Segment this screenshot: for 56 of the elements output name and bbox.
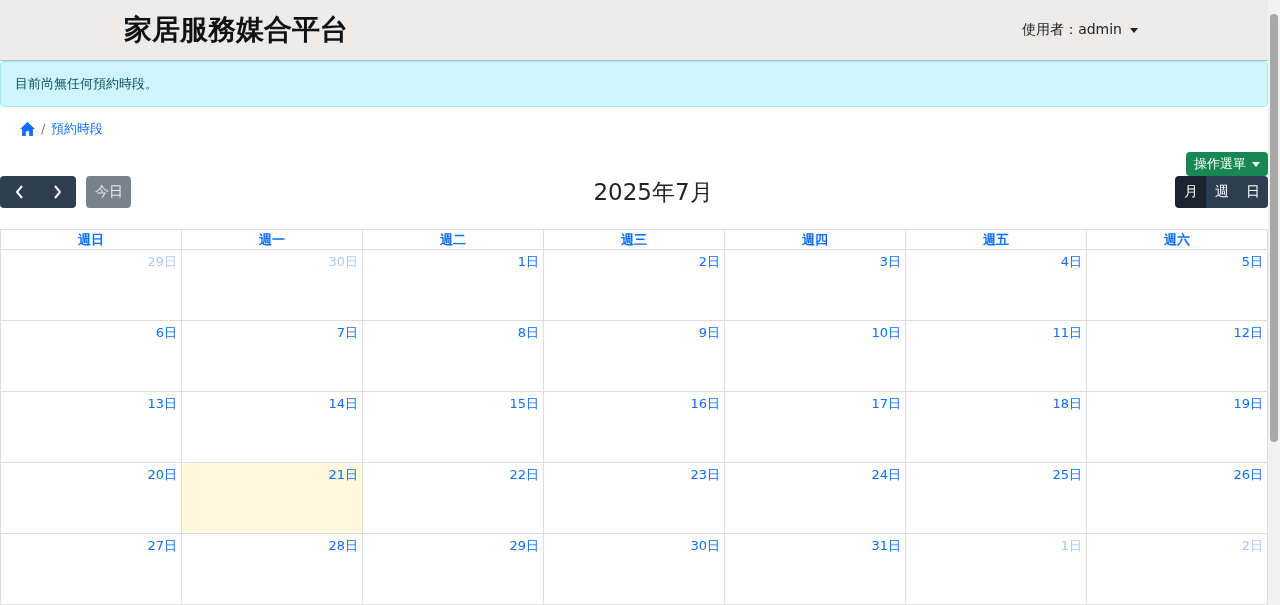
day-number[interactable]: 10日 bbox=[871, 321, 905, 342]
day-number[interactable]: 23日 bbox=[690, 463, 724, 484]
day-number[interactable]: 25日 bbox=[1052, 463, 1086, 484]
user-menu[interactable]: 使用者：admin bbox=[1022, 21, 1138, 40]
day-number[interactable]: 5日 bbox=[1241, 250, 1267, 271]
caret-icon bbox=[1130, 27, 1138, 33]
next-button[interactable] bbox=[38, 176, 76, 208]
breadcrumb-separator: / bbox=[41, 121, 46, 137]
site-title: 家居服務媒合平台 bbox=[124, 12, 348, 49]
info-alert: 目前尚無任何預約時段。 bbox=[0, 61, 1268, 108]
day-number[interactable]: 13日 bbox=[147, 392, 181, 413]
day-number[interactable]: 29日 bbox=[509, 534, 543, 555]
chevron-right-icon bbox=[52, 185, 62, 199]
action-menu-button[interactable]: 操作選單 bbox=[1186, 152, 1268, 176]
day-number[interactable]: 22日 bbox=[509, 463, 543, 484]
day-number[interactable]: 28日 bbox=[328, 534, 362, 555]
day-number[interactable]: 3日 bbox=[879, 250, 905, 271]
day-number[interactable]: 21日 bbox=[328, 463, 362, 484]
day-number[interactable]: 24日 bbox=[871, 463, 905, 484]
weekday-header: 週三 bbox=[543, 229, 725, 250]
chevron-left-icon bbox=[14, 185, 24, 199]
weekday-header: 週六 bbox=[1086, 229, 1268, 250]
weekday-header: 週五 bbox=[905, 229, 1087, 250]
day-number[interactable]: 12日 bbox=[1233, 321, 1267, 342]
previous-button[interactable] bbox=[0, 176, 38, 208]
weekday-header: 週四 bbox=[724, 229, 906, 250]
day-number[interactable]: 17日 bbox=[871, 392, 905, 413]
day-number[interactable]: 9日 bbox=[698, 321, 724, 342]
day-number[interactable]: 27日 bbox=[147, 534, 181, 555]
caret-icon bbox=[1252, 161, 1260, 167]
breadcrumb-link[interactable]: 預約時段 bbox=[51, 119, 104, 138]
day-number[interactable]: 4日 bbox=[1060, 250, 1086, 271]
view-tab[interactable]: 週 bbox=[1206, 176, 1237, 208]
day-number[interactable]: 7日 bbox=[336, 321, 362, 342]
view-tab[interactable]: 月 bbox=[1175, 176, 1206, 208]
day-number[interactable]: 30日 bbox=[690, 534, 724, 555]
day-number[interactable]: 6日 bbox=[155, 321, 181, 342]
day-number[interactable]: 11日 bbox=[1052, 321, 1086, 342]
calendar-title: 2025年7月 bbox=[592, 177, 714, 207]
day-number[interactable]: 2日 bbox=[698, 250, 724, 271]
scrollbar-thumb[interactable] bbox=[1270, 14, 1278, 442]
weekday-header: 週一 bbox=[181, 229, 363, 250]
home-icon[interactable] bbox=[20, 121, 35, 136]
day-number[interactable]: 14日 bbox=[328, 392, 362, 413]
weekday-header: 週日 bbox=[0, 229, 182, 250]
day-number[interactable]: 20日 bbox=[147, 463, 181, 484]
day-number[interactable]: 19日 bbox=[1233, 392, 1267, 413]
day-number[interactable]: 26日 bbox=[1233, 463, 1267, 484]
day-number[interactable]: 31日 bbox=[871, 534, 905, 555]
day-number[interactable]: 18日 bbox=[1052, 392, 1086, 413]
day-number[interactable]: 15日 bbox=[509, 392, 543, 413]
day-number[interactable]: 16日 bbox=[690, 392, 724, 413]
weekday-header: 週二 bbox=[362, 229, 544, 250]
day-number[interactable]: 8日 bbox=[517, 321, 543, 342]
day-number[interactable]: 1日 bbox=[517, 250, 543, 271]
view-tab[interactable]: 日 bbox=[1237, 176, 1268, 208]
